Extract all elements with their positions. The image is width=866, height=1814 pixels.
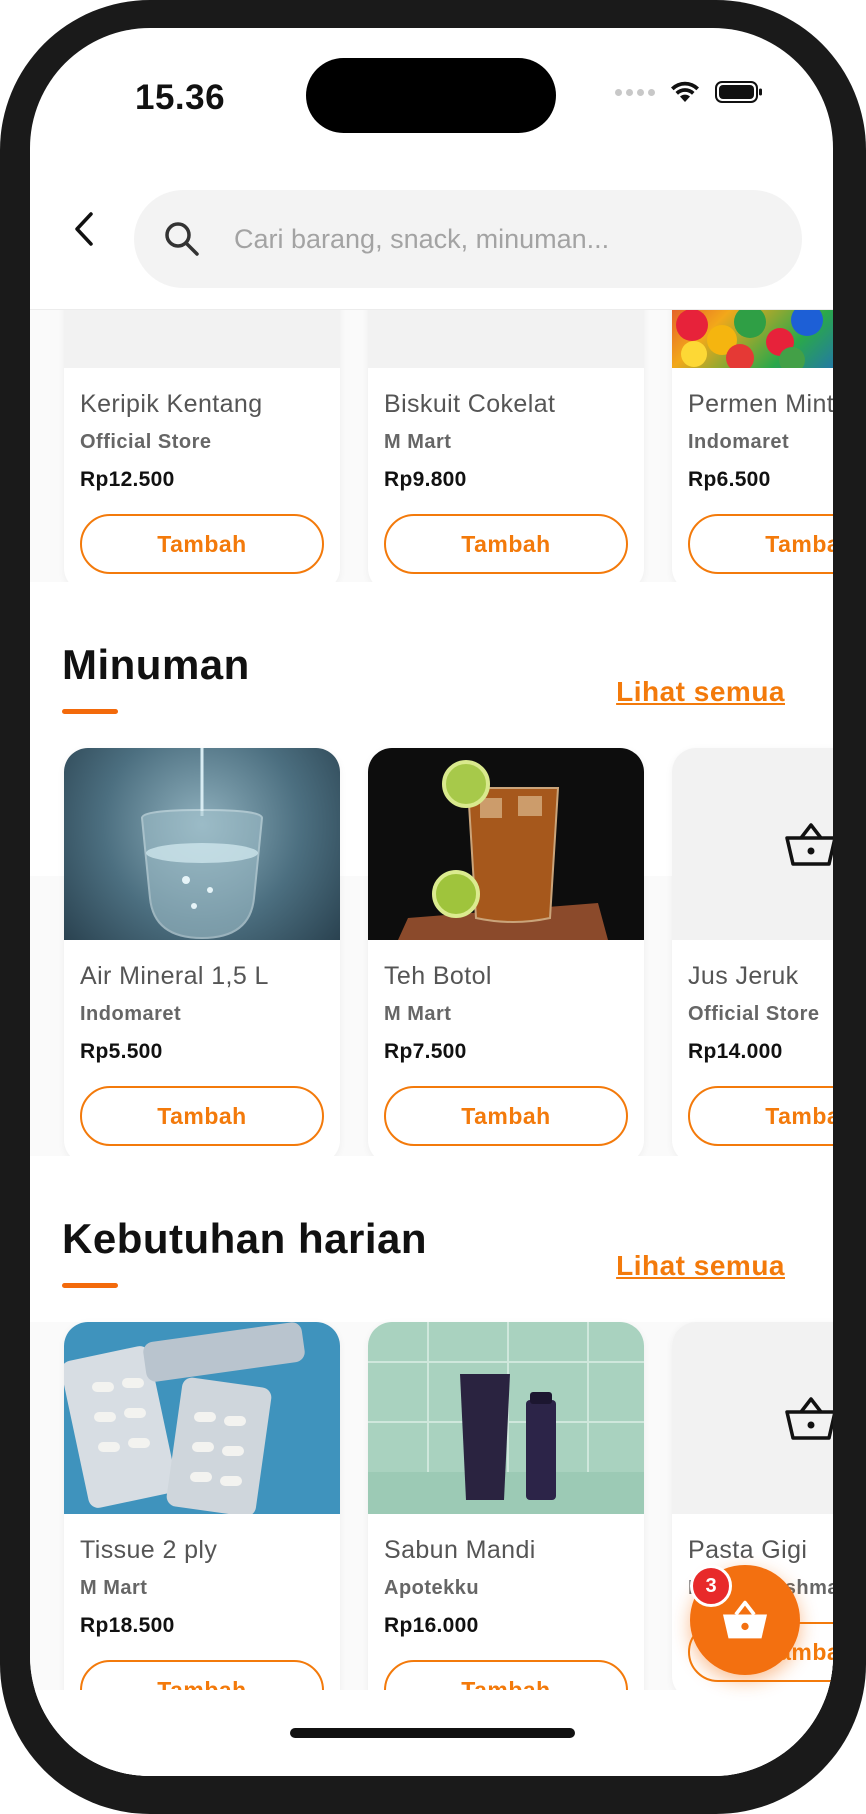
status-icons — [615, 80, 763, 104]
soap-bottles-image — [368, 1322, 644, 1514]
product-price: Rp18.500 — [80, 1614, 175, 1637]
candy-image — [676, 310, 823, 368]
add-button[interactable]: Tambah — [80, 1086, 324, 1146]
dynamic-island — [306, 58, 556, 133]
title-underline — [62, 709, 118, 714]
phone-screen: 15.36 Cari barang, snack, minuman... Ker… — [30, 28, 833, 1776]
iced-tea-image — [398, 760, 608, 940]
product-card[interactable]: Tissue 2 ply M Mart Rp18.500 Tambah — [64, 1322, 340, 1738]
add-button[interactable]: Tambah — [384, 1086, 628, 1146]
product-store: M Mart — [80, 1577, 148, 1599]
product-card[interactable]: Sabun Mandi Apotekku Rp16.000 Tambah — [368, 1322, 644, 1738]
basket-icon — [785, 1397, 833, 1440]
see-all-minuman-link[interactable]: Lihat semua — [616, 676, 785, 708]
product-price: Rp7.500 — [384, 1040, 467, 1063]
product-price: Rp6.500 — [688, 468, 771, 491]
product-store: M Mart — [384, 1003, 452, 1025]
product-name: Pasta Gigi — [688, 1536, 808, 1564]
product-name: Sabun Mandi — [384, 1536, 536, 1564]
water-glass-image — [140, 748, 264, 940]
product-card[interactable]: Biskuit Cokelat M Mart Rp9.800 Tambah — [368, 310, 644, 592]
see-all-kebutuhan-link[interactable]: Lihat semua — [616, 1250, 785, 1282]
title-underline — [62, 1283, 118, 1288]
header — [30, 160, 833, 310]
product-price: Rp12.500 — [80, 468, 175, 491]
product-name: Permen Mint — [688, 390, 833, 418]
product-image — [368, 748, 644, 940]
product-name: Tissue 2 ply — [80, 1536, 218, 1564]
product-store: Official Store — [80, 431, 212, 453]
product-card[interactable]: Teh Botol M Mart Rp7.500 Tambah — [368, 748, 644, 1164]
product-store: Indomaret — [80, 1003, 182, 1025]
status-bar: 15.36 — [30, 28, 833, 168]
product-image-placeholder — [672, 748, 833, 940]
phone-frame: 15.36 Cari barang, snack, minuman... Ker… — [0, 0, 866, 1814]
add-button[interactable]: Tambah — [80, 514, 324, 574]
cart-count-badge: 3 — [690, 1565, 732, 1607]
product-store: Apotekku — [384, 1577, 480, 1599]
battery-icon — [715, 81, 762, 103]
content-scroll[interactable]: Keripik Kentang Official Store Rp12.500 … — [30, 310, 833, 1776]
add-button[interactable]: Tambah — [688, 514, 833, 574]
product-card[interactable]: Jus Jeruk Official Store Rp14.000 Tambah — [672, 748, 833, 1164]
product-price: Rp14.000 — [688, 1040, 783, 1063]
product-image — [64, 310, 340, 368]
product-store: Official Store — [688, 1003, 820, 1025]
product-row-snacks: Keripik Kentang Official Store Rp12.500 … — [30, 310, 833, 600]
section-title-kebutuhan: Kebutuhan harian — [62, 1215, 428, 1262]
product-name: Keripik Kentang — [80, 390, 263, 418]
section-title-minuman: Minuman — [62, 641, 250, 688]
wifi-icon — [671, 81, 699, 102]
product-price: Rp5.500 — [80, 1040, 163, 1063]
add-button[interactable]: Tambah — [688, 1086, 833, 1146]
home-indicator[interactable] — [290, 1728, 575, 1738]
basket-icon — [785, 823, 833, 866]
product-name: Teh Botol — [384, 962, 492, 990]
product-image — [64, 748, 340, 940]
product-name: Air Mineral 1,5 L — [80, 962, 269, 990]
search-icon — [165, 222, 199, 256]
product-image — [672, 310, 833, 368]
pills-image — [64, 1322, 305, 1514]
product-store: Indomaret — [688, 431, 790, 453]
product-card[interactable]: Permen Mint Indomaret Rp6.500 Tambah — [672, 310, 833, 592]
signal-icon — [615, 88, 655, 96]
add-button[interactable]: Tambah — [384, 514, 628, 574]
product-image — [368, 1322, 644, 1514]
product-card[interactable]: Air Mineral 1,5 L Indomaret Rp5.500 Tamb… — [64, 748, 340, 1164]
product-price: Rp9.800 — [384, 468, 467, 491]
product-image — [368, 310, 644, 368]
search-bar[interactable] — [134, 190, 802, 288]
product-image — [64, 1322, 340, 1514]
basket-icon — [723, 1600, 767, 1639]
product-image-placeholder — [672, 1322, 833, 1514]
product-store: M Mart — [384, 431, 452, 453]
product-name: Biskuit Cokelat — [384, 390, 556, 418]
product-price: Rp16.000 — [384, 1614, 479, 1637]
search-input[interactable] — [234, 190, 774, 288]
status-time: 15.36 — [135, 78, 226, 117]
chevron-left-icon — [75, 212, 93, 246]
product-card[interactable]: Keripik Kentang Official Store Rp12.500 … — [64, 310, 340, 592]
back-button[interactable] — [64, 204, 104, 254]
product-name: Jus Jeruk — [688, 962, 799, 990]
